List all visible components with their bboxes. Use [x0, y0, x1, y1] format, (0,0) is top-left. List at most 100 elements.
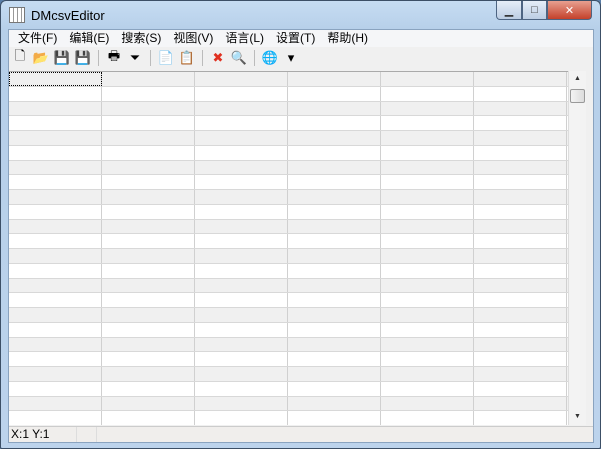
copy-icon[interactable]: 📄	[157, 49, 175, 67]
table-cell[interactable]	[288, 263, 381, 278]
table-cell[interactable]	[102, 86, 195, 101]
menu-item[interactable]: 搜索(S)	[115, 30, 167, 47]
menu-item[interactable]: 设置(T)	[270, 30, 321, 47]
table-cell[interactable]	[195, 337, 288, 352]
table-cell[interactable]	[381, 322, 474, 337]
table-cell[interactable]	[288, 234, 381, 248]
table-cell[interactable]	[195, 322, 288, 337]
table-cell[interactable]	[9, 145, 102, 160]
close-button[interactable]: ✕	[547, 1, 592, 20]
table-cell[interactable]	[195, 175, 288, 189]
table-cell[interactable]	[195, 278, 288, 293]
table-cell[interactable]	[474, 352, 567, 366]
table-cell[interactable]	[474, 308, 567, 322]
menu-item[interactable]: 文件(F)	[12, 30, 63, 47]
vertical-scrollbar[interactable]: ▲ ▼	[568, 71, 586, 425]
table-cell[interactable]	[102, 263, 195, 278]
table-cell[interactable]	[381, 160, 474, 175]
paste-icon[interactable]: 📋	[178, 49, 196, 67]
table-cell[interactable]	[474, 381, 567, 396]
table-cell[interactable]	[288, 367, 381, 381]
table-cell[interactable]	[9, 308, 102, 322]
table-cell[interactable]	[381, 381, 474, 396]
open-icon[interactable]: 📂	[32, 49, 50, 67]
table-cell[interactable]	[381, 101, 474, 116]
menu-item[interactable]: 语言(L)	[219, 30, 270, 47]
table-cell[interactable]	[102, 116, 195, 130]
table-cell[interactable]	[102, 219, 195, 234]
table-cell[interactable]	[102, 308, 195, 322]
table-cell[interactable]	[102, 131, 195, 145]
table-cell[interactable]	[474, 175, 567, 189]
table-cell[interactable]	[195, 72, 288, 86]
table-cell[interactable]	[381, 367, 474, 381]
table-cell[interactable]	[102, 160, 195, 175]
table-cell[interactable]	[381, 337, 474, 352]
menu-item[interactable]: 帮助(H)	[321, 30, 374, 47]
table-cell[interactable]	[381, 175, 474, 189]
table-cell[interactable]	[102, 175, 195, 189]
table-cell[interactable]	[195, 308, 288, 322]
table-cell[interactable]	[9, 131, 102, 145]
table-cell[interactable]	[381, 72, 474, 86]
table-cell[interactable]	[9, 263, 102, 278]
scroll-thumb[interactable]	[570, 89, 585, 103]
table-cell[interactable]	[288, 116, 381, 130]
table-cell[interactable]	[9, 72, 102, 86]
table-cell[interactable]	[195, 367, 288, 381]
table-cell[interactable]	[195, 249, 288, 263]
table-cell[interactable]	[288, 381, 381, 396]
table-cell[interactable]	[381, 116, 474, 130]
table-cell[interactable]	[9, 249, 102, 263]
maximize-button[interactable]: □	[522, 1, 547, 20]
table-cell[interactable]	[474, 367, 567, 381]
menu-item[interactable]: 视图(V)	[167, 30, 219, 47]
table-cell[interactable]	[9, 204, 102, 219]
table-cell[interactable]	[102, 322, 195, 337]
table-cell[interactable]	[381, 263, 474, 278]
table-cell[interactable]	[381, 308, 474, 322]
table-cell[interactable]	[102, 278, 195, 293]
table-cell[interactable]	[9, 367, 102, 381]
csv-grid[interactable]	[9, 71, 568, 425]
table-cell[interactable]	[474, 160, 567, 175]
table-cell[interactable]	[9, 116, 102, 130]
table-cell[interactable]	[102, 204, 195, 219]
table-cell[interactable]	[381, 411, 474, 425]
table-cell[interactable]	[9, 86, 102, 101]
table-cell[interactable]	[195, 101, 288, 116]
table-cell[interactable]	[288, 175, 381, 189]
table-cell[interactable]	[381, 131, 474, 145]
table-cell[interactable]	[9, 352, 102, 366]
table-cell[interactable]	[474, 278, 567, 293]
table-cell[interactable]	[195, 396, 288, 411]
table-cell[interactable]	[102, 234, 195, 248]
table-cell[interactable]	[195, 219, 288, 234]
table-cell[interactable]	[474, 116, 567, 130]
table-cell[interactable]	[9, 101, 102, 116]
table-cell[interactable]	[288, 293, 381, 307]
table-cell[interactable]	[288, 352, 381, 366]
table-cell[interactable]	[474, 131, 567, 145]
table-cell[interactable]	[288, 322, 381, 337]
table-cell[interactable]	[288, 278, 381, 293]
table-cell[interactable]	[9, 160, 102, 175]
table-cell[interactable]	[474, 219, 567, 234]
table-cell[interactable]	[9, 337, 102, 352]
menu-item[interactable]: 编辑(E)	[63, 30, 115, 47]
table-cell[interactable]	[474, 234, 567, 248]
table-cell[interactable]	[102, 337, 195, 352]
new-icon[interactable]: 🗋	[11, 48, 29, 67]
table-cell[interactable]	[474, 411, 567, 425]
table-cell[interactable]	[474, 293, 567, 307]
table-cell[interactable]	[9, 322, 102, 337]
table-cell[interactable]	[381, 86, 474, 101]
save-as-icon[interactable]: 💾	[74, 49, 92, 67]
table-cell[interactable]	[9, 219, 102, 234]
table-cell[interactable]	[102, 190, 195, 204]
table-cell[interactable]	[102, 72, 195, 86]
table-cell[interactable]	[195, 411, 288, 425]
search-icon[interactable]: 🔍	[230, 49, 248, 67]
table-cell[interactable]	[474, 263, 567, 278]
save-icon[interactable]: 💾	[53, 49, 71, 67]
